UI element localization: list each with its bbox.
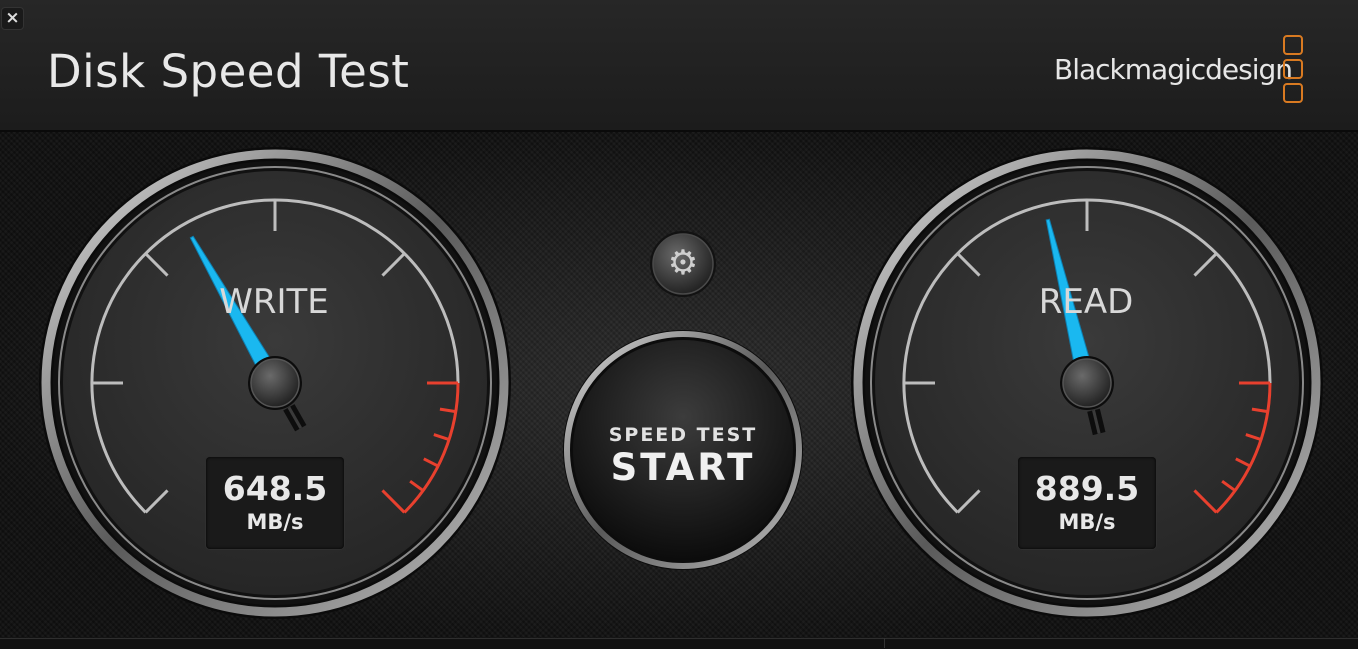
read-speed-value: 889.5: [1034, 469, 1140, 508]
start-button-label: START: [610, 446, 756, 489]
read-speed-readout: 889.5 MB/s: [1018, 457, 1156, 549]
gear-icon: ⚙: [667, 243, 699, 283]
write-speed-unit: MB/s: [246, 510, 304, 534]
read-gauge-label: READ: [1038, 282, 1134, 322]
read-speed-unit: MB/s: [1058, 510, 1116, 534]
write-speed-readout: 648.5 MB/s: [206, 457, 344, 549]
gauge-hub: [250, 358, 300, 408]
write-speed-value: 648.5: [222, 469, 328, 508]
write-gauge-label: WRITE: [219, 282, 329, 322]
gauge-hub: [1062, 358, 1112, 408]
start-button-caption: SPEED TEST: [608, 424, 758, 446]
